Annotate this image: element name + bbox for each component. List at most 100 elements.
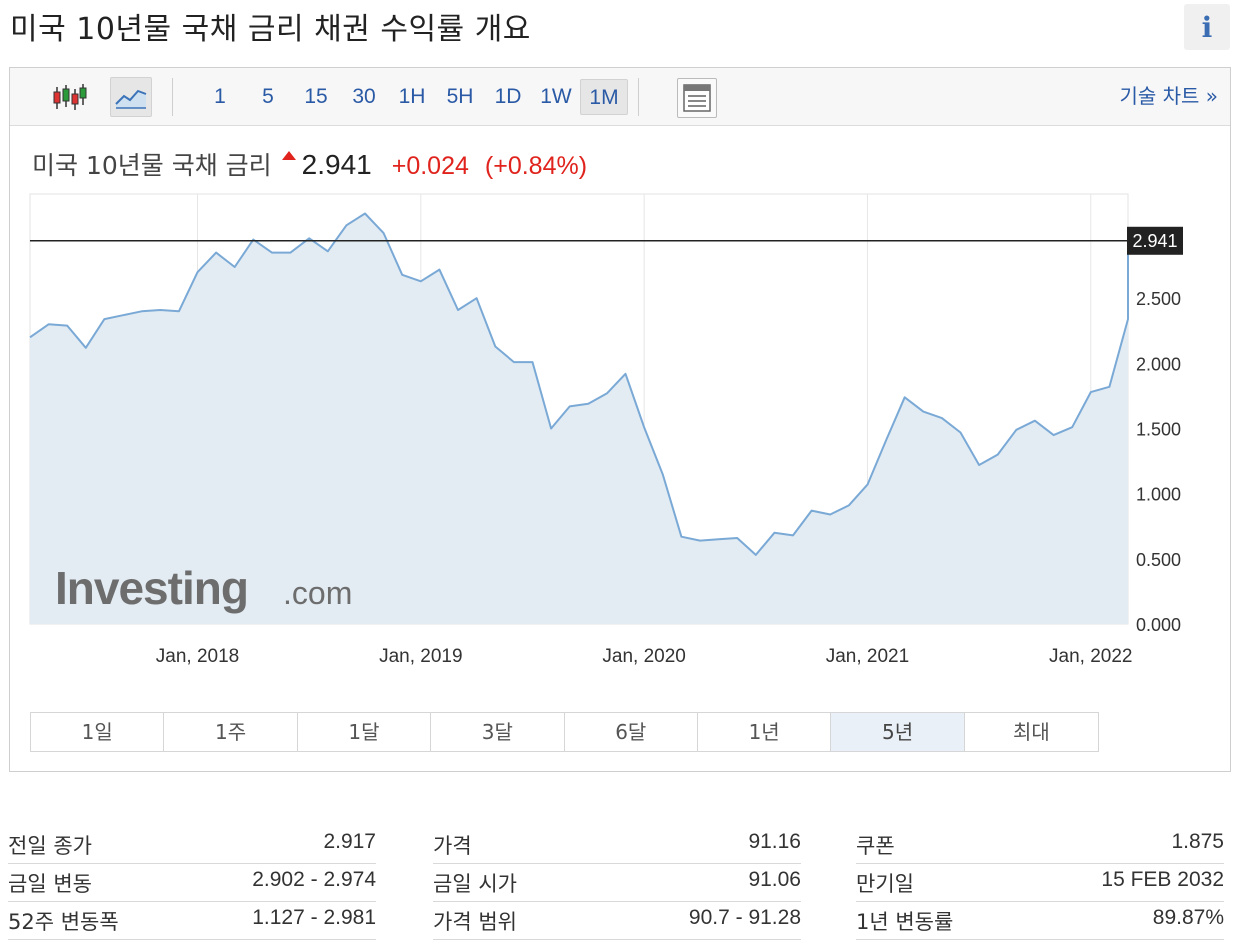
data-point	[586, 402, 590, 406]
period-selector: 1일 1주 1달 3달 6달 1년 5년 최대	[30, 712, 1100, 752]
data-point	[1126, 317, 1130, 321]
data-point	[456, 308, 460, 312]
stat-label: 52주 변동폭	[8, 910, 119, 934]
data-point	[140, 309, 144, 313]
x-tick-label: Jan, 2018	[156, 646, 239, 667]
data-point	[642, 425, 646, 429]
watermark-suffix: .com	[283, 575, 352, 611]
data-point	[940, 416, 944, 420]
x-tick-label: Jan, 2021	[826, 646, 909, 667]
data-point	[419, 279, 423, 283]
data-point	[884, 438, 888, 442]
data-point	[717, 537, 721, 541]
data-point	[196, 270, 200, 274]
data-point	[549, 427, 553, 431]
stat-label: 전일 종가	[8, 834, 92, 858]
stat-value: 2.902 - 2.974	[252, 868, 376, 891]
stat-row-price-range: 가격 범위 90.7 - 91.28	[433, 902, 801, 940]
data-point	[624, 372, 628, 376]
data-point	[28, 335, 32, 339]
period-1d[interactable]: 1일	[31, 713, 165, 751]
data-point	[382, 231, 386, 235]
data-point	[661, 472, 665, 476]
stat-value: 1.875	[1171, 830, 1224, 853]
data-point	[121, 313, 125, 317]
stat-label: 쿠폰	[856, 834, 895, 858]
data-point	[791, 533, 795, 537]
data-point	[568, 404, 572, 408]
stat-label: 만기일	[856, 872, 914, 896]
data-point	[866, 483, 870, 487]
data-point	[437, 268, 441, 272]
watermark-brand: Investing	[55, 562, 248, 614]
data-point	[810, 509, 814, 513]
y-tick-label: 2.500	[1136, 289, 1181, 309]
period-6m[interactable]: 6달	[564, 713, 698, 751]
data-point	[512, 360, 516, 364]
data-point	[1014, 428, 1018, 432]
stat-value: 15 FEB 2032	[1101, 868, 1224, 891]
data-point	[289, 251, 293, 255]
data-point	[977, 463, 981, 467]
data-point	[102, 317, 106, 321]
data-point	[959, 431, 963, 435]
info-icon[interactable]: i	[1184, 4, 1230, 50]
stat-label: 금일 시가	[433, 872, 517, 896]
data-point	[1089, 390, 1093, 394]
stat-row-day-range: 금일 변동 2.902 - 2.974	[8, 864, 376, 902]
stat-label: 가격	[433, 834, 472, 858]
y-tick-label: 1.500	[1136, 420, 1181, 440]
stat-row-1y-change: 1년 변동률 89.87%	[856, 902, 1224, 940]
period-1w[interactable]: 1주	[164, 713, 298, 751]
x-tick-label: Jan, 2022	[1049, 646, 1132, 667]
period-1y[interactable]: 1년	[697, 713, 832, 751]
data-point	[531, 360, 535, 364]
data-point	[1052, 433, 1056, 437]
stat-value: 91.16	[748, 830, 801, 853]
data-point	[344, 223, 348, 227]
period-1m[interactable]: 1달	[297, 713, 432, 751]
data-point	[400, 273, 404, 277]
stat-row-price: 가격 91.16	[433, 826, 801, 864]
data-point	[214, 251, 218, 255]
stat-value: 2.917	[323, 830, 376, 853]
y-tick-label: 0.500	[1136, 550, 1181, 570]
data-point	[326, 249, 330, 253]
x-tick-label: Jan, 2019	[379, 646, 462, 667]
data-point	[679, 535, 683, 539]
data-point	[605, 391, 609, 395]
stat-value: 89.87%	[1152, 906, 1224, 929]
data-point	[177, 309, 181, 313]
data-point	[493, 345, 497, 349]
stat-row-open: 금일 시가 91.06	[433, 864, 801, 902]
stat-label: 가격 범위	[433, 910, 517, 934]
x-tick-label: Jan, 2020	[602, 646, 685, 667]
stat-label: 금일 변동	[8, 872, 92, 896]
data-point	[772, 531, 776, 535]
stat-row-maturity: 만기일 15 FEB 2032	[856, 864, 1224, 902]
stats-column-2: 가격 91.16 금일 시가 91.06 가격 범위 90.7 - 91.28	[433, 826, 801, 940]
price-chart[interactable]: Investing .com Jan, 2018 Jan, 2019 Jan, 20…	[10, 68, 1230, 708]
period-3m[interactable]: 3달	[431, 713, 565, 751]
y-tick-label: 2.000	[1136, 354, 1181, 374]
period-max[interactable]: 최대	[964, 713, 1099, 751]
period-5y[interactable]: 5년	[831, 713, 965, 751]
data-point	[47, 322, 51, 326]
current-value-label: 2.941	[1132, 231, 1177, 251]
y-tick-label: 1.000	[1136, 485, 1181, 505]
data-point	[921, 410, 925, 414]
data-point	[735, 536, 739, 540]
data-point	[903, 395, 907, 399]
stat-value: 90.7 - 91.28	[688, 906, 801, 929]
stats-column-3: 쿠폰 1.875 만기일 15 FEB 2032 1년 변동률 89.87%	[856, 826, 1224, 940]
stat-row-52w-range: 52주 변동폭 1.127 - 2.981	[8, 902, 376, 940]
data-point	[754, 553, 758, 557]
data-point	[270, 251, 274, 255]
data-point	[84, 346, 88, 350]
data-point	[65, 324, 69, 328]
data-point	[158, 308, 162, 312]
data-point	[698, 539, 702, 543]
stat-value: 91.06	[748, 868, 801, 891]
data-point	[475, 296, 479, 300]
data-point	[307, 236, 311, 240]
